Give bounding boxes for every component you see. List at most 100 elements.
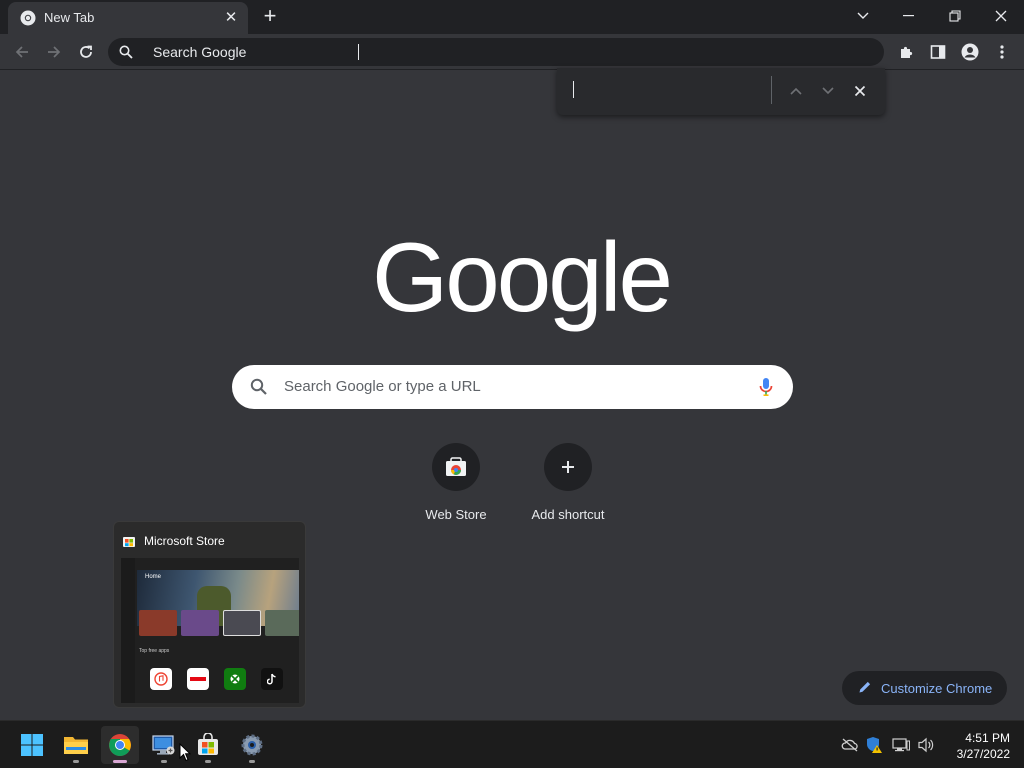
- chevron-down-icon: [857, 12, 869, 19]
- plus-icon: [562, 461, 574, 473]
- chrome-icon: [20, 10, 36, 26]
- find-close-button[interactable]: [849, 80, 871, 102]
- clock-time: 4:51 PM: [965, 731, 1010, 745]
- tray-security-warning-icon[interactable]: [864, 735, 884, 755]
- running-indicator: [73, 760, 79, 763]
- thumbnail-card: [181, 610, 219, 636]
- reload-icon: [80, 45, 92, 58]
- running-indicator: [205, 760, 211, 763]
- address-bar-text: Search Google: [153, 44, 247, 60]
- side-panel-icon: [930, 45, 946, 59]
- taskbar-remote-desktop[interactable]: [145, 726, 183, 764]
- back-arrow-icon: [15, 46, 28, 58]
- remote-desktop-icon: [152, 735, 175, 755]
- thumbnail-sidebar: [121, 558, 135, 703]
- shortcut-tile: [544, 443, 592, 491]
- restore-icon: [949, 10, 961, 22]
- tab-new-tab[interactable]: New Tab ✕: [8, 2, 248, 34]
- running-indicator: [161, 760, 167, 763]
- taskbar-chrome[interactable]: [101, 726, 139, 764]
- customize-chrome-button[interactable]: Customize Chrome: [842, 671, 1007, 705]
- search-box[interactable]: Search Google or type a URL: [232, 365, 793, 409]
- system-clock[interactable]: 4:51 PM 3/27/2022: [944, 730, 1010, 762]
- microsoft-store-icon: [198, 733, 218, 755]
- text-caret: [573, 81, 574, 98]
- pencil-icon: [858, 680, 872, 699]
- itunes-icon: [150, 668, 172, 690]
- shortcut-label: Web Store: [425, 507, 487, 522]
- add-shortcut-button[interactable]: Add shortcut: [512, 440, 624, 530]
- tray-onedrive-offline-icon[interactable]: [840, 735, 860, 755]
- puzzle-icon: [901, 46, 913, 58]
- microsoft-store-icon: [122, 534, 136, 548]
- back-button[interactable]: [8, 38, 36, 66]
- search-icon: [119, 45, 133, 64]
- taskbar-settings[interactable]: [233, 726, 271, 764]
- netflix-icon: [187, 668, 209, 690]
- windows-taskbar: 4:51 PM 3/27/2022: [0, 720, 1024, 768]
- tab-strip: New Tab ✕ +: [0, 0, 1024, 34]
- search-icon: [250, 378, 268, 401]
- text-caret: [358, 44, 359, 60]
- thumbnail-row-label: Top free apps: [139, 648, 170, 654]
- forward-arrow-icon: [48, 46, 61, 58]
- google-logo: Google: [372, 222, 673, 332]
- find-previous-button[interactable]: [785, 80, 807, 102]
- divider: [771, 76, 772, 104]
- menu-button[interactable]: [988, 38, 1016, 66]
- shortcut-label: Add shortcut: [531, 507, 605, 522]
- address-bar[interactable]: Search Google: [108, 38, 884, 66]
- thumbnail-home-label: Home: [145, 574, 162, 580]
- microphone-icon[interactable]: [759, 377, 773, 402]
- forward-button[interactable]: [40, 38, 68, 66]
- settings-gear-icon: [241, 734, 263, 756]
- profile-button[interactable]: [956, 38, 984, 66]
- tab-title: New Tab: [44, 10, 95, 25]
- chevron-up-icon: [790, 87, 802, 95]
- customize-chrome-label: Customize Chrome: [881, 681, 993, 696]
- find-bar: [557, 68, 885, 115]
- search-placeholder: Search Google or type a URL: [284, 378, 481, 395]
- taskbar-window-preview[interactable]: Microsoft Store Home Top free apps: [113, 521, 306, 708]
- chevron-down-icon: [822, 87, 834, 95]
- minimize-button[interactable]: [886, 0, 932, 32]
- close-icon: [995, 10, 1007, 22]
- taskbar-file-explorer[interactable]: [57, 726, 95, 764]
- minimize-icon: [903, 15, 914, 17]
- thumbnail-card: [265, 610, 299, 636]
- new-tab-button[interactable]: +: [258, 5, 282, 29]
- tab-close-icon[interactable]: ✕: [222, 9, 240, 27]
- taskbar-microsoft-store[interactable]: [189, 726, 227, 764]
- xbox-icon: [224, 668, 246, 690]
- more-vertical-icon: [1000, 45, 1004, 59]
- thumbnail-card: [139, 610, 177, 636]
- running-indicator: [113, 760, 127, 763]
- close-window-button[interactable]: [978, 0, 1024, 32]
- restore-button[interactable]: [932, 0, 978, 32]
- folder-icon: [64, 737, 88, 754]
- chrome-icon: [109, 734, 131, 756]
- start-button[interactable]: [13, 726, 51, 764]
- find-next-button[interactable]: [817, 80, 839, 102]
- running-indicator: [249, 760, 255, 763]
- preview-title: Microsoft Store: [144, 534, 225, 548]
- tray-network-icon[interactable]: [891, 735, 911, 755]
- profile-icon: [961, 43, 979, 61]
- clock-date: 3/27/2022: [956, 747, 1010, 761]
- tiktok-icon: [261, 668, 283, 690]
- windows-logo-icon: [21, 734, 43, 756]
- reload-button[interactable]: [72, 38, 100, 66]
- extensions-button[interactable]: [892, 38, 920, 66]
- shortcut-tile: [432, 443, 480, 491]
- shortcut-web-store[interactable]: Web Store: [400, 440, 512, 530]
- preview-thumbnail: Home Top free apps: [121, 558, 299, 703]
- mouse-cursor-icon: [179, 742, 192, 767]
- close-icon: [854, 85, 866, 97]
- tab-search-button[interactable]: [840, 0, 886, 32]
- toolbar: Search Google: [0, 34, 1024, 70]
- web-store-icon: [446, 457, 466, 476]
- tray-volume-icon[interactable]: [916, 735, 936, 755]
- find-input[interactable]: [569, 78, 769, 104]
- side-panel-button[interactable]: [924, 38, 952, 66]
- thumbnail-card: [223, 610, 261, 636]
